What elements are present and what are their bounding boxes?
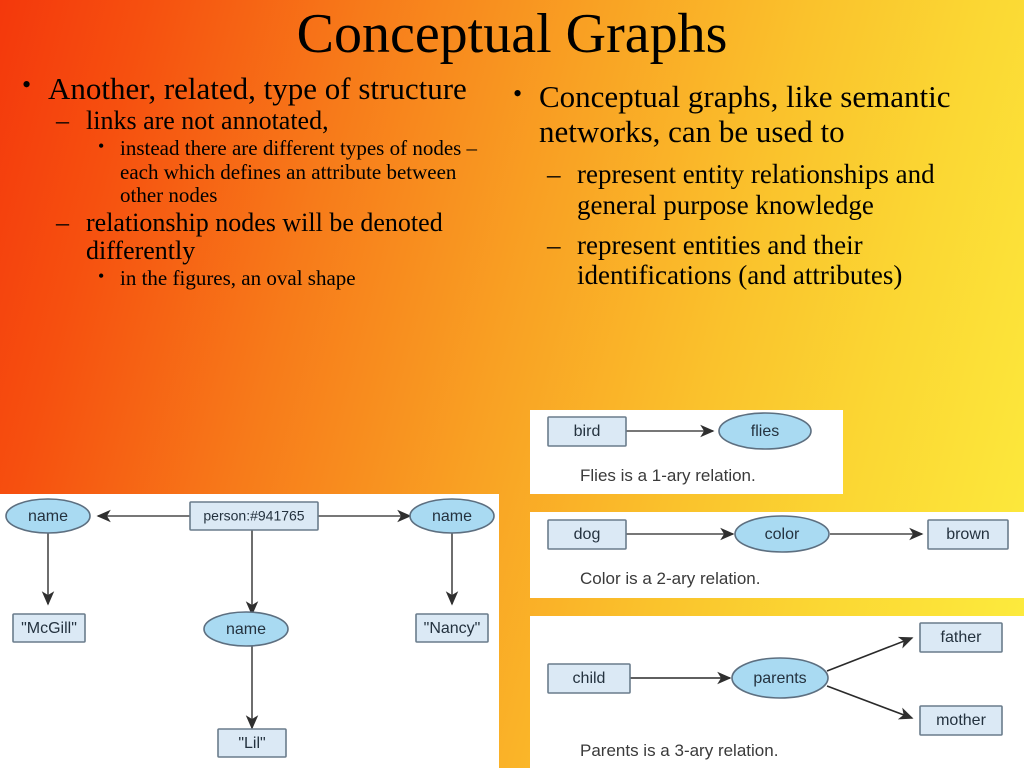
node-person: person:#941765 <box>189 501 319 531</box>
node-flies-label: flies <box>751 423 779 440</box>
bullet-level2-text: represent entity relationships and gener… <box>577 159 935 220</box>
node-name-mid-label: name <box>226 621 266 638</box>
left-subsublist: instead there are different types of nod… <box>86 136 494 208</box>
left-bullet-list: Another, related, type of structure link… <box>14 71 494 290</box>
node-mother-label: mother <box>936 712 986 729</box>
bullet-level1-text: Another, related, type of structure <box>48 71 467 106</box>
bullet-level3-text: instead there are different types of nod… <box>120 136 478 208</box>
node-lil: "Lil" <box>217 728 287 758</box>
node-name-left-label: name <box>28 508 68 525</box>
node-child: child <box>547 663 631 694</box>
node-color-label: color <box>765 526 800 543</box>
page-title: Conceptual Graphs <box>296 3 728 65</box>
bullet-level3: instead there are different types of nod… <box>86 136 494 208</box>
color-relation-diagram: dog color brown Color is a 2-ary relatio… <box>530 512 1024 598</box>
flies-relation-diagram: bird flies Flies is a 1-ary relation. <box>530 410 843 494</box>
node-mcgill: "McGill" <box>12 613 86 643</box>
color-caption: Color is a 2-ary relation. <box>580 569 760 588</box>
right-content-column: Conceptual graphs, like semantic network… <box>505 79 1017 300</box>
node-mother: mother <box>919 705 1003 736</box>
bullet-level1-text: Conceptual graphs, like semantic network… <box>539 79 951 149</box>
bullet-level2-text: relationship nodes will be denoted diffe… <box>86 207 443 266</box>
person-name-diagram: person:#941765 name name "McGill" "Nancy… <box>0 494 499 768</box>
edge-parents-to-mother <box>826 685 914 720</box>
node-child-label: child <box>573 670 606 687</box>
node-bird: bird <box>547 416 627 447</box>
node-name-right: name <box>409 498 495 534</box>
bullet-level1: Conceptual graphs, like semantic network… <box>505 79 1017 290</box>
bullet-level3: in the figures, an oval shape <box>86 265 494 291</box>
bullet-level2: relationship nodes will be denoted diffe… <box>48 207 494 291</box>
node-parents: parents <box>731 657 829 699</box>
node-color: color <box>734 515 830 553</box>
node-name-left: name <box>5 498 91 534</box>
node-dog-label: dog <box>574 526 601 543</box>
bullet-level2: represent entity relationships and gener… <box>539 159 1017 219</box>
node-mcgill-label: "McGill" <box>21 620 77 637</box>
parents-caption: Parents is a 3-ary relation. <box>580 741 778 760</box>
bullet-level2: links are not annotated, instead there a… <box>48 107 494 207</box>
parents-relation-diagram: child parents father mother Parents is a… <box>530 616 1024 768</box>
right-bullet-list: Conceptual graphs, like semantic network… <box>505 79 1017 290</box>
node-flies: flies <box>718 412 812 450</box>
node-parents-label: parents <box>753 670 806 687</box>
node-brown-label: brown <box>946 526 990 543</box>
node-father: father <box>919 622 1003 653</box>
node-bird-label: bird <box>574 423 601 440</box>
bullet-level2-text: links are not annotated, <box>86 106 329 136</box>
node-dog: dog <box>547 519 627 550</box>
node-name-right-label: name <box>432 508 472 525</box>
node-name-mid: name <box>203 611 289 647</box>
node-lil-label: "Lil" <box>238 735 265 752</box>
node-father-label: father <box>941 629 983 646</box>
flies-caption: Flies is a 1-ary relation. <box>580 466 756 485</box>
bullet-level2: represent entities and their identificat… <box>539 230 1017 290</box>
bullet-level2-text: represent entities and their identificat… <box>577 229 903 291</box>
bullet-level3-text: in the figures, an oval shape <box>120 265 356 290</box>
right-sublist: represent entity relationships and gener… <box>539 159 1017 290</box>
node-nancy-label: "Nancy" <box>424 620 481 637</box>
node-person-label: person:#941765 <box>203 508 304 524</box>
left-content-column: Another, related, type of structure link… <box>14 71 494 292</box>
node-brown: brown <box>927 519 1009 550</box>
slide: Conceptual Graphs Another, related, type… <box>0 0 1024 768</box>
node-nancy: "Nancy" <box>415 613 489 643</box>
left-subsublist: in the figures, an oval shape <box>86 265 494 291</box>
left-sublist: links are not annotated, instead there a… <box>48 107 494 290</box>
bullet-level1: Another, related, type of structure link… <box>14 71 494 290</box>
edge-parents-to-father <box>826 636 914 672</box>
